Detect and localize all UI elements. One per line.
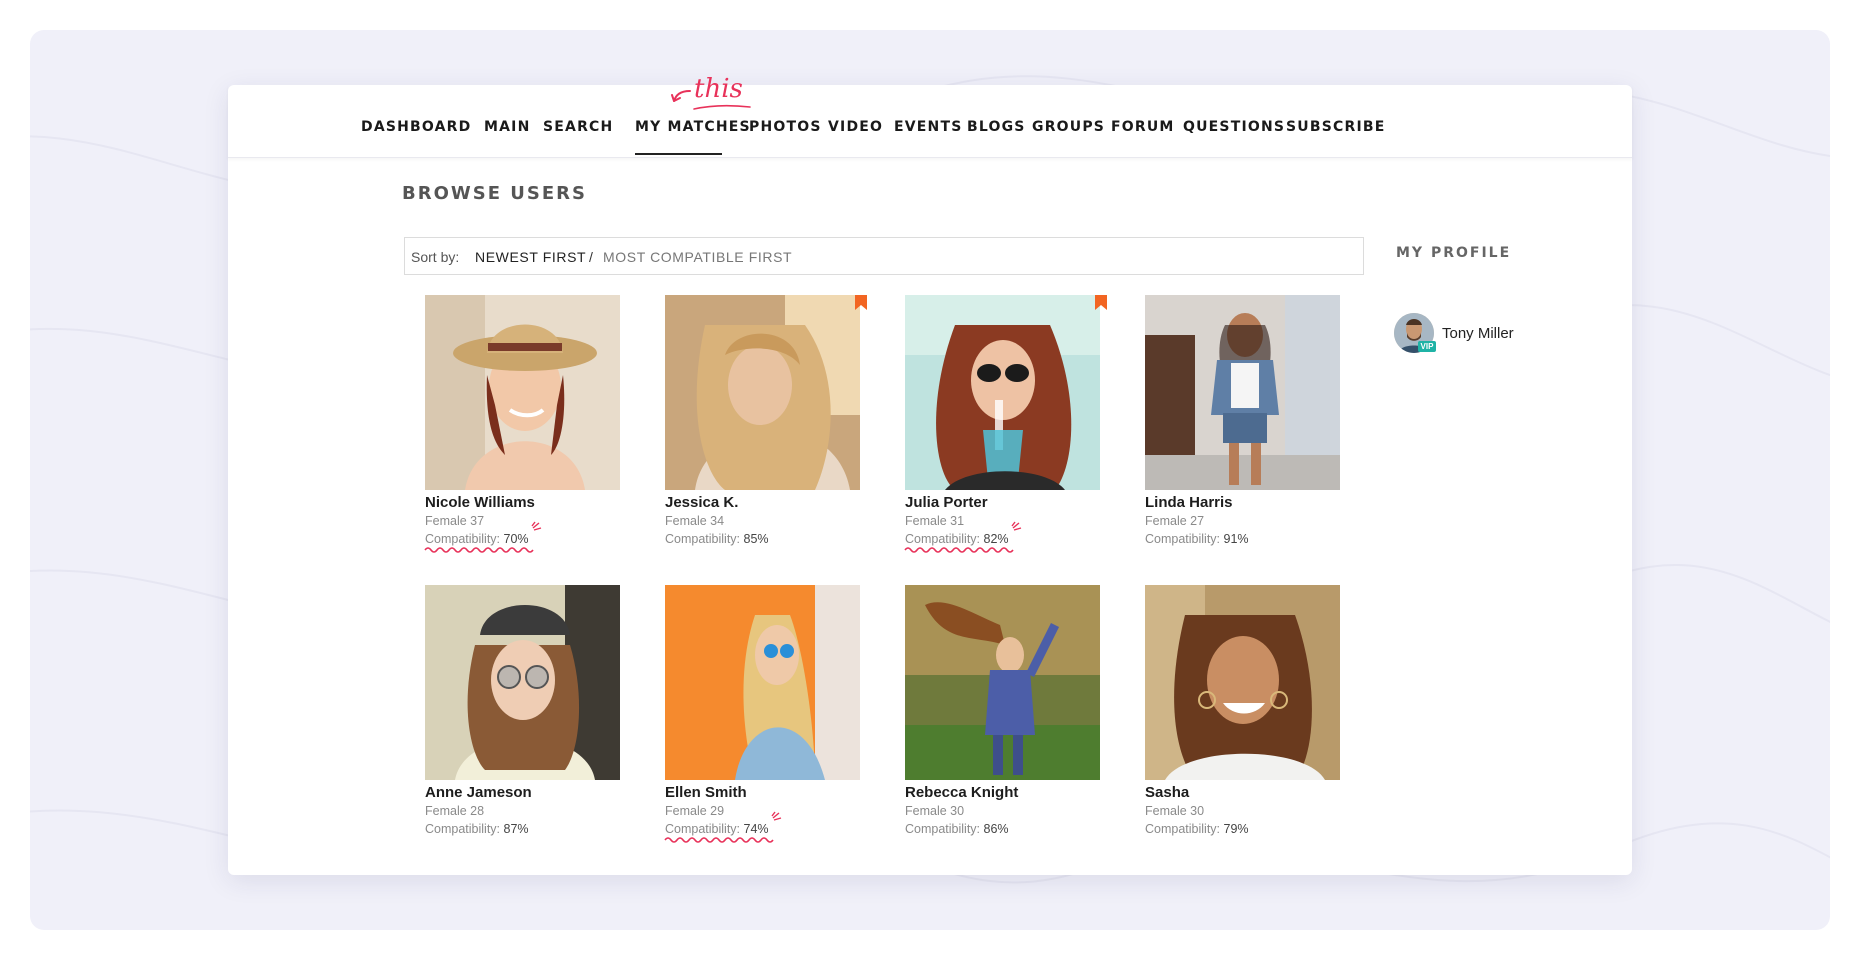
user-card[interactable]: Nicole Williams Female 37 Compatibility:… xyxy=(424,295,625,553)
sidebar-title: MY PROFILE xyxy=(1396,245,1512,261)
main-card: DASHBOARD MAIN SEARCH MY MATCHES PHOTOS … xyxy=(228,74,1632,875)
user-card[interactable]: Anne Jameson Female 28 Compatibility: 87… xyxy=(425,585,625,836)
page-background: DASHBOARD MAIN SEARCH MY MATCHES PHOTOS … xyxy=(30,30,1830,930)
user-description: Female 30 xyxy=(1145,804,1205,818)
user-compatibility: Compatibility: 79% xyxy=(1145,822,1249,836)
annotation-squiggle xyxy=(664,837,774,843)
user-compatibility: Compatibility: 86% xyxy=(905,822,1009,836)
nav-search[interactable]: SEARCH xyxy=(543,119,613,135)
user-description: Female 37 xyxy=(425,514,485,528)
top-navigation: DASHBOARD MAIN SEARCH MY MATCHES PHOTOS … xyxy=(228,85,1632,158)
compatibility-value: 87% xyxy=(503,822,529,836)
annotation-sparkle xyxy=(1011,521,1022,531)
user-name[interactable]: Rebecca Knight xyxy=(905,784,1018,801)
compatibility-value: 91% xyxy=(1223,532,1249,546)
user-photo[interactable] xyxy=(905,295,1100,490)
compatibility-value: 82% xyxy=(983,532,1009,546)
compatibility-label: Compatibility: xyxy=(905,532,981,546)
user-name[interactable]: Linda Harris xyxy=(1145,494,1233,511)
sort-bar: Sort by: NEWEST FIRST / MOST COMPATIBLE … xyxy=(404,237,1364,275)
bookmark-icon[interactable] xyxy=(855,295,867,310)
user-photo[interactable] xyxy=(1145,585,1340,780)
bookmark-icon[interactable] xyxy=(1095,295,1107,310)
user-description: Female 30 xyxy=(905,804,965,818)
annotation-text: this xyxy=(694,74,743,104)
sort-separator: / xyxy=(589,249,593,265)
user-photo[interactable] xyxy=(905,585,1100,780)
nav-my-matches[interactable]: MY MATCHES xyxy=(635,119,751,135)
user-card[interactable]: Rebecca Knight Female 30 Compatibility: … xyxy=(905,585,1105,836)
compatibility-label: Compatibility: xyxy=(665,532,741,546)
user-compatibility: Compatibility: 85% xyxy=(665,532,769,546)
user-name[interactable]: Jessica K. xyxy=(665,494,738,511)
compatibility-label: Compatibility: xyxy=(425,822,501,836)
user-card[interactable]: Ellen Smith Female 29 Compatibility: 74% xyxy=(664,585,865,843)
compatibility-label: Compatibility: xyxy=(425,532,501,546)
user-description: Female 29 xyxy=(665,804,725,818)
user-compatibility: Compatibility: 91% xyxy=(1145,532,1249,546)
user-compatibility: Compatibility: 74% xyxy=(665,822,769,836)
user-name[interactable]: Sasha xyxy=(1145,784,1189,801)
user-description: Female 27 xyxy=(1145,514,1205,528)
user-photo[interactable] xyxy=(425,585,620,780)
sort-newest-first[interactable]: NEWEST FIRST xyxy=(475,249,586,265)
user-photo[interactable] xyxy=(665,585,860,780)
compatibility-value: 79% xyxy=(1223,822,1249,836)
compatibility-value: 74% xyxy=(743,822,769,836)
active-tab-indicator xyxy=(635,153,722,155)
nav-questions[interactable]: QUESTIONS xyxy=(1183,119,1285,135)
user-photo[interactable] xyxy=(425,295,620,490)
user-compatibility: Compatibility: 82% xyxy=(905,532,1009,546)
annotation-squiggle xyxy=(424,547,534,553)
user-description: Female 31 xyxy=(905,514,965,528)
nav-video[interactable]: VIDEO xyxy=(828,119,883,135)
user-name[interactable]: Anne Jameson xyxy=(425,784,532,801)
nav-subscribe[interactable]: SUBSCRIBE xyxy=(1286,119,1386,135)
user-description: Female 34 xyxy=(665,514,725,528)
annotation-sparkle xyxy=(771,811,782,821)
annotation-sparkle xyxy=(531,521,542,531)
compatibility-label: Compatibility: xyxy=(665,822,741,836)
compatibility-label: Compatibility: xyxy=(1145,532,1221,546)
compatibility-value: 86% xyxy=(983,822,1009,836)
user-photo[interactable] xyxy=(1145,295,1340,490)
nav-events[interactable]: EVENTS xyxy=(894,119,963,135)
user-photo[interactable] xyxy=(665,295,860,490)
nav-forum[interactable]: FORUM xyxy=(1111,119,1175,135)
page-title: BROWSE USERS xyxy=(402,183,587,204)
sort-label: Sort by: xyxy=(411,249,460,265)
nav-blogs[interactable]: BLOGS xyxy=(967,119,1026,135)
handwritten-annotation: this xyxy=(671,74,751,110)
nav-groups[interactable]: GROUPS xyxy=(1032,119,1105,135)
compatibility-label: Compatibility: xyxy=(1145,822,1221,836)
nav-photos[interactable]: PHOTOS xyxy=(749,119,822,135)
nav-main[interactable]: MAIN xyxy=(484,119,531,135)
user-card[interactable]: Julia Porter Female 31 Compatibility: 82… xyxy=(904,295,1107,553)
user-name[interactable]: Ellen Smith xyxy=(665,784,747,801)
user-compatibility: Compatibility: 70% xyxy=(425,532,529,546)
sort-most-compatible-first[interactable]: MOST COMPATIBLE FIRST xyxy=(603,249,792,265)
compatibility-label: Compatibility: xyxy=(905,822,981,836)
user-description: Female 28 xyxy=(425,804,485,818)
user-card[interactable]: Linda Harris Female 27 Compatibility: 91… xyxy=(1145,295,1345,546)
user-card[interactable]: Sasha Female 30 Compatibility: 79% xyxy=(1145,585,1345,836)
profile-name[interactable]: Tony Miller xyxy=(1442,325,1514,342)
nav-dashboard[interactable]: DASHBOARD xyxy=(361,119,472,135)
user-name[interactable]: Nicole Williams xyxy=(425,494,535,511)
user-name[interactable]: Julia Porter xyxy=(905,494,988,511)
user-compatibility: Compatibility: 87% xyxy=(425,822,529,836)
compatibility-value: 70% xyxy=(503,532,529,546)
annotation-squiggle xyxy=(904,547,1014,553)
user-card[interactable]: Jessica K. Female 34 Compatibility: 85% xyxy=(665,295,867,546)
compatibility-value: 85% xyxy=(743,532,769,546)
vip-badge: VIP xyxy=(1418,341,1436,352)
